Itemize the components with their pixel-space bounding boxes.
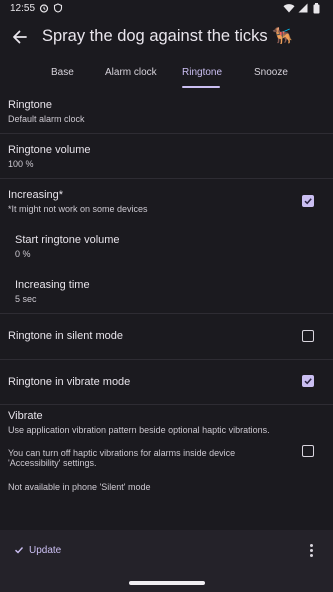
tab-bar: Base Alarm clock Ringtone Snooze	[0, 58, 333, 88]
update-button[interactable]: Update	[14, 542, 61, 558]
setting-value: 5 sec	[15, 294, 37, 304]
tab-ringtone[interactable]: Ringtone	[182, 67, 222, 78]
status-bar: 12:55	[0, 0, 333, 18]
cellular-icon	[298, 3, 308, 15]
setting-title: Ringtone in vibrate mode	[8, 376, 131, 388]
setting-note: *It might not work on some devices	[8, 204, 148, 214]
tab-snooze[interactable]: Snooze	[254, 67, 288, 78]
setting-increasing[interactable]: Increasing* *It might not work on some d…	[0, 179, 333, 223]
check-icon	[15, 547, 24, 554]
wifi-icon	[283, 3, 295, 15]
setting-vibrate[interactable]: Vibrate Use application vibration patter…	[0, 405, 333, 500]
update-label: Update	[29, 544, 62, 556]
shield-icon	[53, 3, 63, 15]
setting-start-ringtone-volume[interactable]: Start ringtone volume 0 %	[0, 224, 333, 268]
back-arrow-icon[interactable]	[10, 27, 30, 47]
tab-base[interactable]: Base	[51, 67, 74, 78]
setting-increasing-time[interactable]: Increasing time 5 sec	[0, 269, 333, 313]
setting-title: Increasing time	[15, 279, 90, 291]
more-vert-icon[interactable]	[305, 542, 319, 558]
status-time: 12:55	[10, 3, 36, 14]
tab-alarm-clock[interactable]: Alarm clock	[105, 67, 157, 78]
setting-value: 100 %	[8, 159, 34, 169]
setting-title: Ringtone volume	[8, 144, 91, 156]
alarm-clock-icon	[39, 3, 49, 15]
vibrate-accessibility-hint: You can turn off haptic vibrations for a…	[8, 448, 236, 468]
setting-value: 0 %	[15, 249, 31, 259]
setting-silent-mode[interactable]: Ringtone in silent mode	[0, 314, 333, 359]
vibrate-mode-checkbox[interactable]	[302, 375, 314, 387]
silent-mode-checkbox[interactable]	[302, 330, 314, 342]
increasing-checkbox[interactable]	[302, 195, 314, 207]
setting-ringtone[interactable]: Ringtone Default alarm clock	[0, 88, 333, 133]
battery-icon	[313, 3, 320, 16]
setting-ringtone-volume[interactable]: Ringtone volume 100 %	[0, 134, 333, 178]
vibrate-description: Use application vibration pattern beside…	[8, 425, 270, 435]
setting-title: Ringtone	[8, 99, 53, 111]
gesture-home-bar[interactable]	[129, 581, 205, 585]
app-bar: Spray the dog against the ticks 🐕‍🦺	[0, 18, 333, 58]
setting-value: Default alarm clock	[8, 114, 85, 124]
setting-title: Ringtone in silent mode	[8, 330, 123, 342]
setting-title: Vibrate	[8, 410, 43, 422]
setting-title: Start ringtone volume	[15, 234, 120, 246]
vibrate-checkbox[interactable]	[302, 445, 314, 457]
setting-title: Increasing*	[8, 189, 64, 201]
page-title: Spray the dog against the ticks 🐕‍🦺	[42, 27, 293, 45]
vibrate-note: Not available in phone 'Silent' mode	[8, 482, 151, 492]
bottom-bar: Update	[0, 530, 333, 592]
setting-vibrate-mode[interactable]: Ringtone in vibrate mode	[0, 360, 333, 404]
